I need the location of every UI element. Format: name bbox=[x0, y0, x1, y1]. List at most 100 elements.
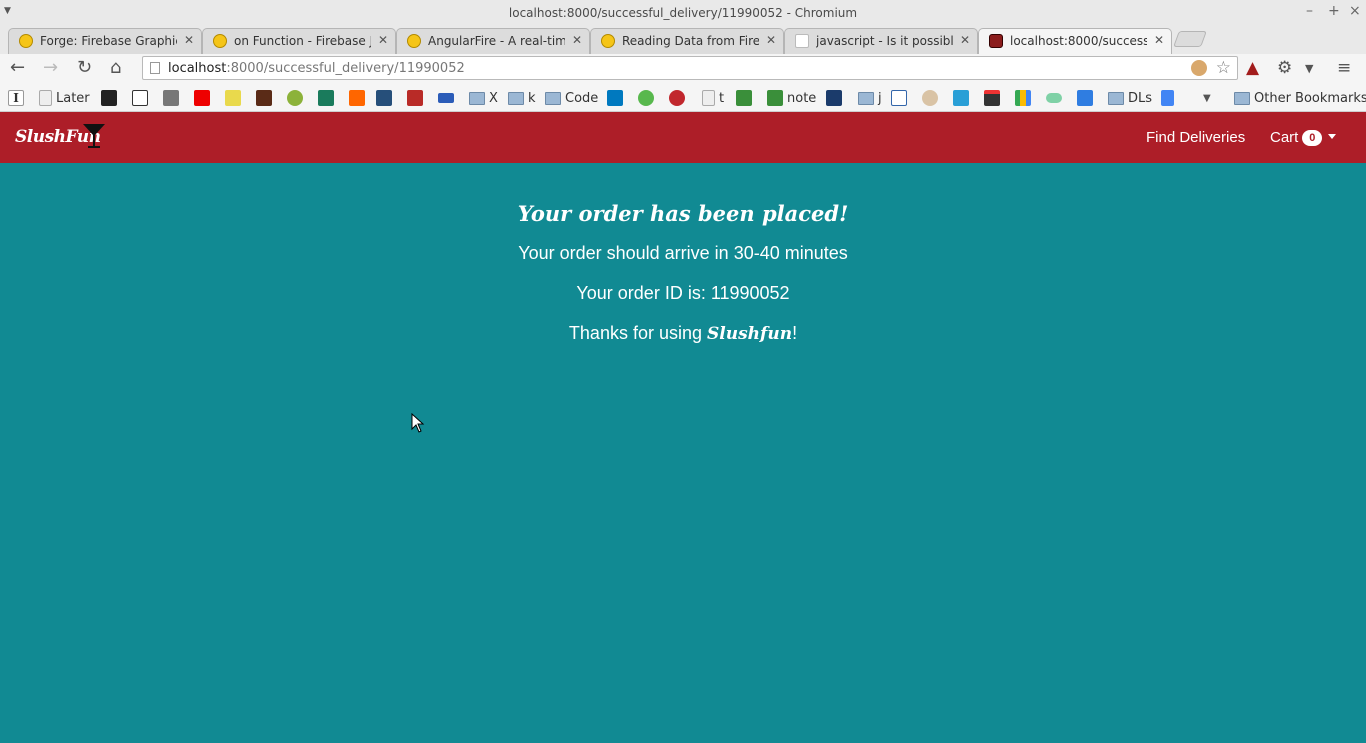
order-id-text: Your order ID is: 11990052 bbox=[576, 283, 790, 303]
s-icon bbox=[669, 90, 685, 106]
new-tab-button[interactable] bbox=[1173, 31, 1207, 47]
menu-icon[interactable]: ≡ bbox=[1337, 58, 1351, 78]
url-text[interactable]: localhost:8000/successful_delivery/11990… bbox=[168, 61, 465, 76]
browser-toolbar: ← → ↻ ⌂ localhost:8000/successful_delive… bbox=[0, 54, 1366, 84]
folder-icon bbox=[508, 91, 524, 105]
bookmarks-bar: I Later X k Code t note j DLs ▼ Other Bo… bbox=[0, 84, 1366, 112]
main-content: Your order has been placed! Your order s… bbox=[0, 163, 1366, 743]
hat-icon bbox=[989, 34, 1003, 48]
find-deliveries-link[interactable]: Find Deliveries bbox=[1146, 129, 1245, 146]
bookmark-tv[interactable] bbox=[984, 89, 1000, 107]
dropdown-arrow-icon[interactable]: ▼ bbox=[1305, 62, 1313, 75]
bookmark-four[interactable] bbox=[1077, 89, 1093, 107]
f-icon bbox=[953, 90, 969, 106]
bookmark-s[interactable] bbox=[669, 89, 685, 107]
bookmark-nyt[interactable] bbox=[132, 89, 148, 107]
folder-icon bbox=[858, 91, 874, 105]
bookmark-note[interactable]: note bbox=[767, 89, 816, 107]
bookmark-other-bookmarks[interactable]: Other Bookmarks bbox=[1234, 89, 1366, 107]
bookmark-evernote[interactable] bbox=[736, 89, 752, 107]
folder-icon bbox=[1108, 91, 1124, 105]
tab-javascript[interactable]: javascript - Is it possible to ✕ bbox=[784, 28, 978, 54]
tab-strip: Forge: Firebase Graphical I ✕ on Functio… bbox=[0, 26, 1366, 54]
bookmark-folder-j[interactable]: j bbox=[858, 89, 882, 107]
forward-arrow-icon[interactable]: → bbox=[43, 58, 58, 78]
tab-reading-data[interactable]: Reading Data from Firebas ✕ bbox=[590, 28, 784, 54]
bookmark-trello[interactable] bbox=[607, 89, 623, 107]
tab-close-icon[interactable]: ✕ bbox=[1154, 33, 1164, 47]
bookmark-t[interactable]: t bbox=[702, 89, 724, 107]
bookmark-green-bubble[interactable] bbox=[638, 89, 654, 107]
cart-label: Cart bbox=[1270, 129, 1299, 146]
bookmark-f[interactable] bbox=[953, 89, 969, 107]
folder-icon bbox=[469, 91, 485, 105]
bookmark-w3[interactable] bbox=[891, 89, 907, 107]
back-arrow-icon[interactable]: ← bbox=[10, 58, 25, 78]
tab-forge[interactable]: Forge: Firebase Graphical I ✕ bbox=[8, 28, 202, 54]
bookmarks-overflow-icon[interactable]: ▼ bbox=[1203, 89, 1211, 107]
bookmark-hs[interactable] bbox=[376, 89, 392, 107]
firebase-icon bbox=[407, 34, 421, 48]
bookmark-cloud[interactable] bbox=[1046, 89, 1062, 107]
turtle-icon bbox=[287, 90, 303, 106]
bookmark-docs[interactable] bbox=[1161, 89, 1174, 107]
bookmark-drive[interactable] bbox=[1015, 89, 1031, 107]
bookmark-red[interactable] bbox=[194, 89, 210, 107]
bookmark-q[interactable] bbox=[407, 89, 423, 107]
tab-angularfire[interactable]: AngularFire - A real-time b ✕ bbox=[396, 28, 590, 54]
bookmark-folder-code[interactable]: Code bbox=[545, 89, 598, 107]
tab-label: on Function - Firebase Java bbox=[234, 34, 371, 48]
tab-close-icon[interactable]: ✕ bbox=[378, 33, 388, 47]
tab-close-icon[interactable]: ✕ bbox=[960, 33, 970, 47]
bookmark-folder-x[interactable]: X bbox=[469, 89, 498, 107]
minimize-icon[interactable]: – bbox=[1306, 3, 1313, 19]
tab-close-icon[interactable]: ✕ bbox=[184, 33, 194, 47]
tab-close-icon[interactable]: ✕ bbox=[572, 33, 582, 47]
caret-down-icon bbox=[1328, 134, 1337, 139]
bookmark-runner[interactable] bbox=[225, 89, 241, 107]
folder-icon bbox=[545, 91, 561, 105]
evernote-icon bbox=[767, 90, 783, 106]
home-icon[interactable]: ⌂ bbox=[110, 58, 121, 78]
settings-gear-icon[interactable]: ⚙ bbox=[1277, 58, 1292, 78]
address-bar[interactable]: localhost:8000/successful_delivery/11990… bbox=[142, 56, 1238, 80]
tv-icon bbox=[984, 90, 1000, 106]
firebase-icon bbox=[19, 34, 33, 48]
bookmark-hr[interactable] bbox=[318, 89, 334, 107]
firebase-icon bbox=[601, 34, 615, 48]
maximize-icon[interactable]: + bbox=[1328, 3, 1340, 19]
page-icon bbox=[39, 90, 52, 106]
extension-hat-icon[interactable]: ▲ bbox=[1246, 58, 1259, 78]
bookmark-d[interactable] bbox=[101, 89, 117, 107]
bookmark-folder-k[interactable]: k bbox=[508, 89, 536, 107]
tab-label: Reading Data from Firebas bbox=[622, 34, 759, 48]
bookmark-alpha[interactable] bbox=[256, 89, 272, 107]
bookmark-ycombinator[interactable] bbox=[349, 89, 365, 107]
cart-dropdown[interactable]: Cart 0 bbox=[1270, 129, 1337, 146]
cocktail-glass-icon bbox=[83, 124, 105, 148]
bookmark-palette[interactable] bbox=[922, 89, 938, 107]
wsj-icon bbox=[163, 90, 179, 106]
stackoverflow-icon bbox=[795, 34, 809, 48]
page-icon bbox=[702, 90, 715, 106]
bookmark-turtle[interactable] bbox=[287, 89, 303, 107]
order-placed-heading: Your order has been placed! bbox=[517, 201, 849, 226]
bookmark-mf[interactable] bbox=[826, 89, 842, 107]
blue-icon bbox=[438, 93, 454, 103]
close-window-icon[interactable]: × bbox=[1349, 3, 1361, 19]
four-icon bbox=[1077, 90, 1093, 106]
bookmark-instapaper[interactable]: I bbox=[8, 89, 24, 107]
bookmark-folder-dls[interactable]: DLs bbox=[1108, 89, 1152, 107]
docs-icon bbox=[1161, 90, 1174, 106]
cookie-blocked-icon[interactable] bbox=[1191, 60, 1207, 76]
tab-on-function[interactable]: on Function - Firebase Java ✕ bbox=[202, 28, 396, 54]
bookmark-wsj[interactable] bbox=[163, 89, 179, 107]
mouse-cursor-icon bbox=[411, 413, 425, 433]
bookmark-star-icon[interactable]: ☆ bbox=[1216, 58, 1231, 78]
bookmark-blue[interactable] bbox=[438, 89, 454, 107]
tab-close-icon[interactable]: ✕ bbox=[766, 33, 776, 47]
reload-icon[interactable]: ↻ bbox=[77, 58, 92, 78]
tab-localhost[interactable]: localhost:8000/successful_ ✕ bbox=[978, 28, 1172, 54]
bookmark-later[interactable]: Later bbox=[39, 89, 90, 107]
nyt-icon bbox=[132, 90, 148, 106]
